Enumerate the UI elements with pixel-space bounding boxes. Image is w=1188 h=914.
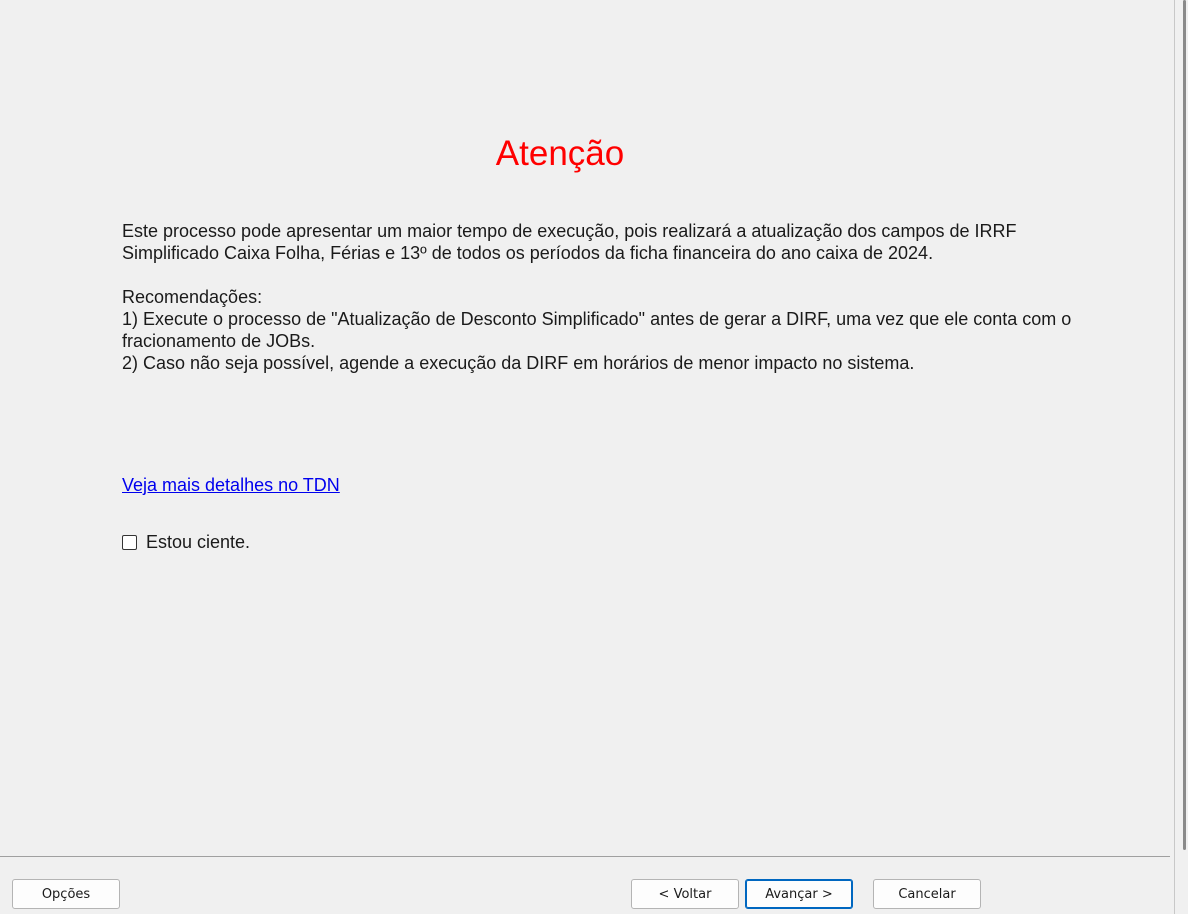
recommendations-heading: Recomendações: <box>122 287 263 307</box>
scrollbar-track-line <box>1174 0 1175 914</box>
scrollbar-thumb[interactable] <box>1183 0 1186 850</box>
acknowledge-label[interactable]: Estou ciente. <box>146 532 250 553</box>
page-title: Atenção <box>495 134 625 173</box>
recommendation-item-2: 2) Caso não seja possível, agende a exec… <box>122 353 915 373</box>
acknowledge-checkbox[interactable] <box>122 535 137 550</box>
back-button[interactable]: < Voltar <box>631 879 739 909</box>
cancel-button[interactable]: Cancelar <box>873 879 981 909</box>
tdn-details-link[interactable]: Veja mais detalhes no TDN <box>122 475 340 496</box>
info-paragraph: Este processo pode apresentar um maior t… <box>122 221 1017 263</box>
options-button[interactable]: Opções <box>12 879 120 909</box>
acknowledge-row[interactable]: Estou ciente. <box>122 532 250 553</box>
next-button[interactable]: Avançar > <box>745 879 853 909</box>
vertical-scrollbar[interactable] <box>1170 0 1188 914</box>
message-body: Este processo pode apresentar um maior t… <box>122 220 1072 374</box>
recommendation-item-1: 1) Execute o processo de "Atualização de… <box>122 309 1072 351</box>
wizard-window: Atenção Este processo pode apresentar um… <box>0 0 1188 914</box>
footer-divider <box>0 856 1170 857</box>
